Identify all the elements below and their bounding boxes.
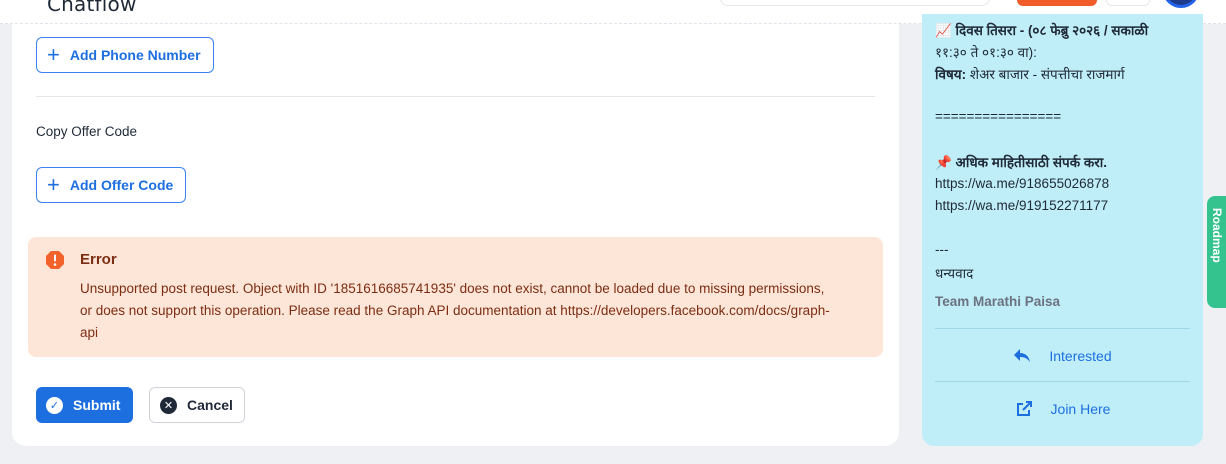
top-primary-button[interactable] — [1017, 0, 1097, 6]
external-link-icon — [1015, 400, 1033, 418]
section-divider — [36, 96, 875, 97]
top-icon-button[interactable] — [1106, 0, 1150, 6]
roadmap-side-tab[interactable]: Roadmap — [1207, 196, 1226, 308]
add-phone-number-button[interactable]: + Add Phone Number — [36, 37, 214, 73]
message-preview-panel: 📈 दिवस तिसरा - (०८ फेब्रु २०२६ / सकाळी १… — [922, 14, 1203, 446]
preview-subject-line: विषय: शेअर बाजार - संपत्तीचा राजमार्ग — [935, 65, 1125, 83]
top-search-box[interactable] — [720, 0, 990, 6]
preview-link-1[interactable]: https://wa.me/918655026878 — [935, 176, 1109, 191]
add-phone-number-label: Add Phone Number — [69, 47, 201, 63]
preview-day-line: 📈 दिवस तिसरा - (०८ फेब्रु २०२६ / सकाळी — [935, 23, 1149, 38]
avatar[interactable] — [1163, 0, 1199, 8]
offer-code-field-label: Copy Offer Code — [36, 124, 138, 139]
preview-divider — [935, 328, 1190, 329]
preview-time-line: ११:३० ते ०१:३० वा): — [935, 45, 1037, 60]
x-circle-icon: ✕ — [160, 396, 177, 414]
error-message: Unsupported post request. Object with ID… — [80, 281, 830, 340]
join-here-label: Join Here — [1050, 401, 1111, 417]
add-offer-code-label: Add Offer Code — [69, 177, 174, 193]
preview-subject-text: शेअर बाजार - संपत्तीचा राजमार्ग — [966, 67, 1125, 82]
form-card: + Add Phone Number Copy Offer Code + Add… — [12, 24, 899, 446]
interested-quick-reply-button[interactable]: Interested — [922, 336, 1203, 376]
plus-icon: + — [47, 172, 60, 197]
brand-logo-text: Chatflow — [47, 0, 137, 16]
join-here-link-button[interactable]: Join Here — [922, 389, 1203, 429]
submit-button[interactable]: ✓ Submit — [36, 387, 133, 423]
preview-link-2[interactable]: https://wa.me/919152271177 — [935, 198, 1108, 213]
error-title: Error — [80, 251, 117, 268]
reply-icon — [1013, 348, 1031, 364]
plus-icon: + — [47, 42, 60, 67]
preview-thanks: धन्यवाद — [935, 266, 974, 281]
preview-subject-prefix: विषय: — [935, 67, 967, 82]
add-offer-code-button[interactable]: + Add Offer Code — [36, 167, 187, 203]
interested-label: Interested — [1049, 348, 1112, 364]
submit-label: Submit — [73, 397, 121, 413]
preview-separator: ================ — [935, 109, 1062, 124]
cancel-label: Cancel — [187, 397, 233, 413]
error-octagon-icon — [46, 251, 64, 269]
check-circle-icon: ✓ — [46, 396, 63, 414]
preview-contact-heading: 📌 अधिक माहितीसाठी संपर्क करा. — [935, 155, 1107, 170]
cancel-button[interactable]: ✕ Cancel — [149, 387, 245, 423]
roadmap-tab-label: Roadmap — [1210, 208, 1224, 263]
error-alert: Error Unsupported post request. Object w… — [28, 237, 883, 357]
preview-dashes: --- — [935, 242, 949, 257]
preview-divider — [935, 381, 1190, 382]
preview-footer-team: Team Marathi Paisa — [935, 294, 1061, 309]
